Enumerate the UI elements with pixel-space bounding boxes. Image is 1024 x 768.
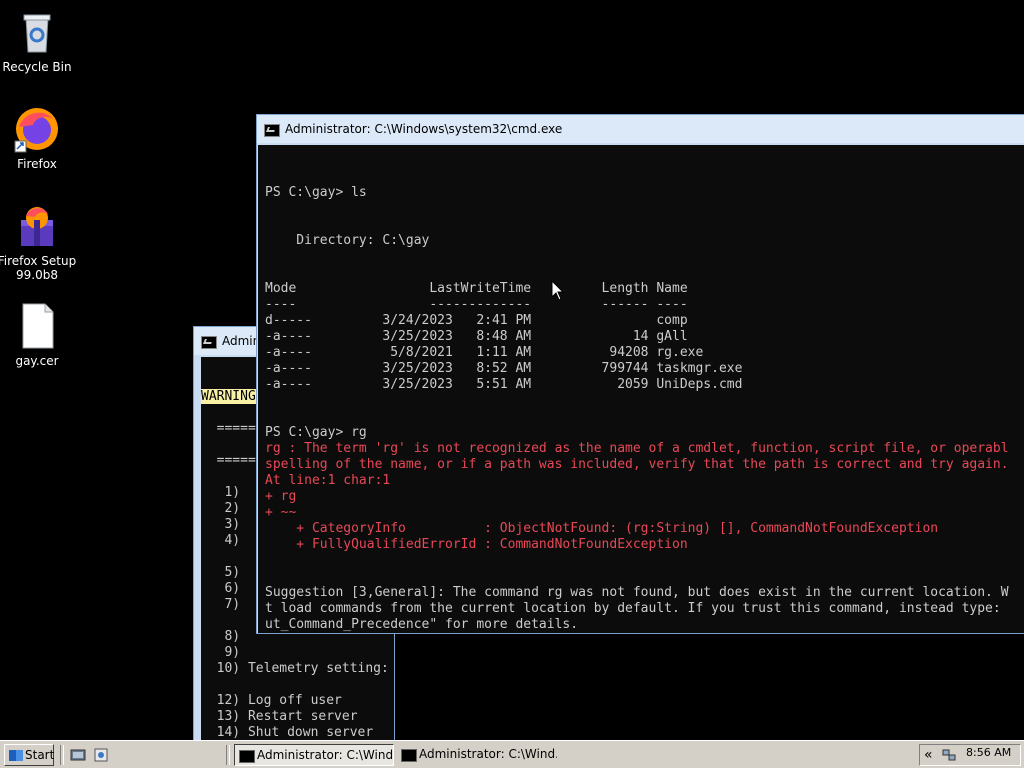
console-line: + ~~ xyxy=(265,505,297,520)
console-line: -a---- 3/25/2023 8:52 AM 799744 taskmgr.… xyxy=(265,361,743,376)
console-line: + CategoryInfo : ObjectNotFound: (rg:Str… xyxy=(265,521,939,536)
console-line: ---- ------------- ------ ---- xyxy=(265,297,688,312)
console-icon xyxy=(401,749,417,762)
tray-expand-chevron-icon[interactable]: « xyxy=(924,747,933,763)
gay-cer-label: gay.cer xyxy=(15,354,59,368)
console-line: spelling of the name, or if a path was i… xyxy=(265,457,1009,472)
start-label: Start xyxy=(25,748,55,762)
windows-logo-icon xyxy=(9,750,23,761)
console-line: -a---- 3/25/2023 5:51 AM 2059 UniDeps.cm… xyxy=(265,377,743,392)
front-window-titlebar[interactable]: Administrator: C:\Windows\system32\cmd.e… xyxy=(257,115,1024,143)
desktop-icon-firefox[interactable]: Firefox xyxy=(0,105,77,171)
desktop-icon-gay-cer[interactable]: gay.cer xyxy=(0,302,77,368)
console-line: ut_Command_Precedence" for more details. xyxy=(265,617,579,632)
console-line: t load commands from the current locatio… xyxy=(265,601,1001,616)
show-desktop-icon[interactable] xyxy=(70,747,86,763)
recycle-bin-icon xyxy=(13,8,61,56)
taskbar: Start Administrator: C:\Wind... Administ… xyxy=(0,740,1024,768)
console-line: PS C:\gay> ls xyxy=(265,185,367,200)
console-line: rg : The term 'rg' is not recognized as … xyxy=(265,441,1009,456)
console-line: 13) Restart server xyxy=(201,709,358,724)
console-icon xyxy=(201,336,217,349)
desktop-icon-recycle-bin[interactable]: Recycle Bin xyxy=(0,8,77,74)
console-line: 10) Telemetry setting: Off xyxy=(216,661,389,676)
taskbar-separator xyxy=(226,745,230,765)
firefox-installer-icon xyxy=(13,202,61,250)
taskbar-item-cmd-1[interactable]: Administrator: C:\Wind... xyxy=(234,744,394,766)
mouse-pointer-icon xyxy=(551,280,565,301)
console-line: -a---- 3/25/2023 8:48 AM 14 gAll xyxy=(265,329,688,344)
console-icon xyxy=(264,124,280,137)
console-line: 12) Log off user xyxy=(201,693,342,708)
console-line: Suggestion [3,General]: The command rg w… xyxy=(265,585,1009,600)
console-line: + FullyQualifiedErrorId : CommandNotFoun… xyxy=(265,537,688,552)
console-line: d----- 3/24/2023 2:41 PM comp xyxy=(265,313,688,328)
console-line: 9) xyxy=(201,645,241,660)
taskbar-item-cmd-2[interactable]: Administrator: C:\Wind... xyxy=(397,744,557,766)
front-window-title: Administrator: C:\Windows\system32\cmd.e… xyxy=(285,122,563,136)
taskbar-item-label: Administrator: C:\Wind... xyxy=(257,748,394,762)
console-line: + rg xyxy=(265,489,297,504)
console-icon xyxy=(239,750,255,763)
taskbar-separator xyxy=(60,745,64,765)
file-icon xyxy=(13,302,61,350)
console-line: Mode LastWriteTime Length Name xyxy=(265,281,688,296)
console-line: Directory: C:\gay xyxy=(265,233,430,248)
console-line: 14) Shut down server xyxy=(201,725,374,740)
network-icon[interactable] xyxy=(942,748,956,762)
firefox-setup-label: Firefox Setup 99.0b8 xyxy=(0,254,77,282)
front-console-window[interactable]: Administrator: C:\Windows\system32\cmd.e… xyxy=(256,114,1024,634)
console-line: At line:1 char:1 xyxy=(265,473,391,488)
firefox-icon xyxy=(13,105,61,153)
taskbar-item-label: Administrator: C:\Wind... xyxy=(419,747,557,761)
clock[interactable]: 8:56 AM xyxy=(966,746,1011,759)
start-button[interactable]: Start xyxy=(4,744,54,766)
firefox-label: Firefox xyxy=(17,157,57,171)
console-line: -a---- 5/8/2021 1:11 AM 94208 rg.exe xyxy=(265,345,704,360)
server-manager-icon[interactable] xyxy=(93,747,109,763)
recycle-bin-label: Recycle Bin xyxy=(2,60,72,74)
system-tray: « 8:56 AM xyxy=(919,744,1021,766)
front-console-output[interactable]: PS C:\gay> ls Directory: C:\gay Mode Last… xyxy=(258,145,1024,633)
console-line: PS C:\gay> rg xyxy=(265,425,367,440)
desktop-icon-firefox-setup[interactable]: Firefox Setup 99.0b8 xyxy=(0,202,77,282)
